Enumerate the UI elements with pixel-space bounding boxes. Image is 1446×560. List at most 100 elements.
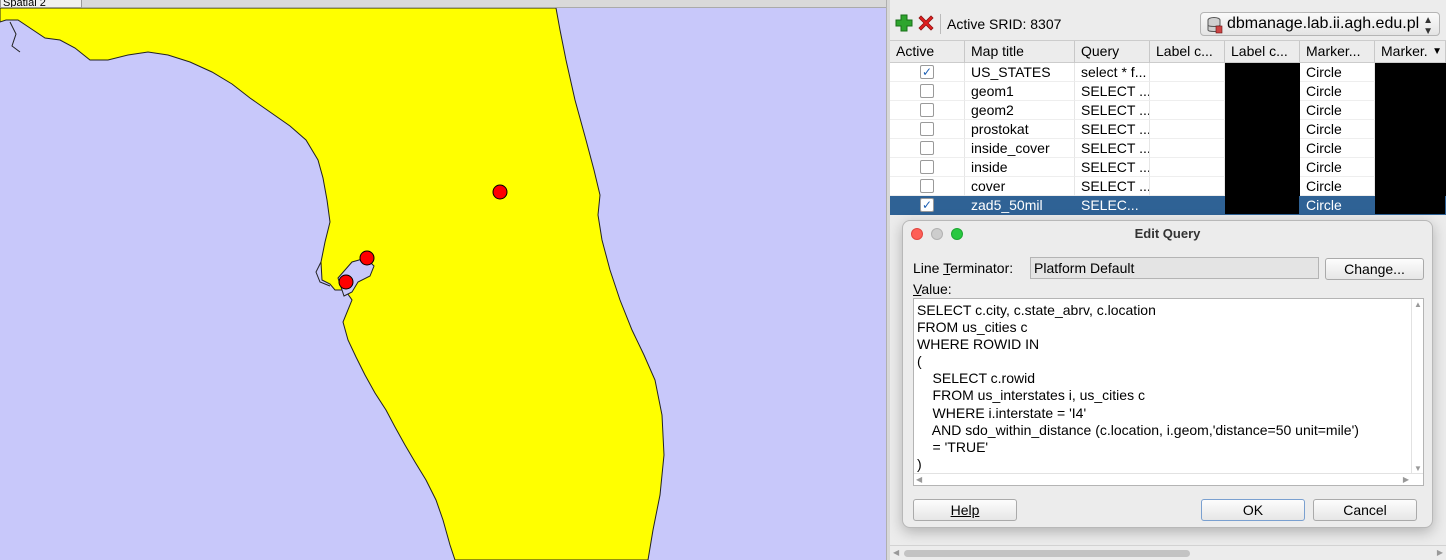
scroll-down-icon[interactable]: ▼ [1414, 464, 1422, 473]
table-row[interactable]: geom2 SELECT ... Circle [890, 101, 1446, 120]
active-cell[interactable] [890, 177, 965, 196]
column-header-query[interactable]: Query [1075, 41, 1150, 63]
marker-cell[interactable]: Circle [1300, 101, 1375, 120]
label-color-swatch[interactable] [1225, 101, 1300, 120]
label-color-cell[interactable] [1150, 139, 1225, 158]
table-row[interactable]: ✓ US_STATES select * f... Circle [890, 63, 1446, 82]
marker-cell[interactable]: Circle [1300, 196, 1375, 215]
label-color-cell[interactable] [1150, 63, 1225, 82]
active-checkbox[interactable] [920, 103, 934, 117]
label-color-swatch[interactable] [1225, 139, 1300, 158]
cancel-button[interactable]: Cancel [1313, 499, 1417, 521]
marker-cell[interactable]: Circle [1300, 177, 1375, 196]
label-color-swatch[interactable] [1225, 120, 1300, 139]
scroll-right-icon[interactable]: ▶ [1437, 548, 1443, 557]
close-icon[interactable] [916, 13, 936, 33]
active-checkbox[interactable]: ✓ [920, 65, 934, 79]
map-canvas[interactable]: Spatial 2 [0, 0, 886, 560]
active-checkbox[interactable] [920, 160, 934, 174]
table-row[interactable]: geom1 SELECT ... Circle [890, 82, 1446, 101]
map-title-cell[interactable]: cover [965, 177, 1075, 196]
dialog-titlebar[interactable]: Edit Query [903, 221, 1432, 246]
label-color-swatch[interactable] [1225, 177, 1300, 196]
active-cell[interactable] [890, 158, 965, 177]
column-header-map-title[interactable]: Map title [965, 41, 1075, 63]
column-header-label-c2[interactable]: Label c... [1225, 41, 1300, 63]
column-header-marker[interactable]: Marker... [1300, 41, 1375, 63]
active-checkbox[interactable]: ✓ [920, 198, 934, 212]
query-cell[interactable]: SELECT ... [1075, 158, 1150, 177]
query-editor[interactable]: SELECT c.city, c.state_abrv, c.location … [913, 298, 1424, 486]
active-checkbox[interactable] [920, 179, 934, 193]
scroll-left-icon[interactable]: ◀ [916, 475, 922, 484]
query-text[interactable]: SELECT c.city, c.state_abrv, c.location … [917, 302, 1407, 472]
label-color-swatch[interactable] [1225, 196, 1300, 215]
marker-color-swatch[interactable] [1375, 177, 1446, 196]
map-svg[interactable] [0, 0, 886, 560]
map-title-cell[interactable]: geom2 [965, 101, 1075, 120]
marker-color-swatch[interactable] [1375, 139, 1446, 158]
active-cell[interactable] [890, 82, 965, 101]
marker-color-swatch[interactable] [1375, 158, 1446, 177]
marker-cell[interactable]: Circle [1300, 82, 1375, 101]
column-header-label-color[interactable]: Label c... [1150, 41, 1225, 63]
query-cell[interactable]: SELECT ... [1075, 139, 1150, 158]
query-cell[interactable]: SELECT ... [1075, 101, 1150, 120]
marker-cell[interactable]: Circle [1300, 63, 1375, 82]
marker-color-swatch[interactable] [1375, 101, 1446, 120]
active-checkbox[interactable] [920, 122, 934, 136]
label-color-swatch[interactable] [1225, 82, 1300, 101]
query-cell[interactable]: SELECT ... [1075, 120, 1150, 139]
scrollbar-thumb[interactable] [904, 550, 1190, 557]
table-row[interactable]: prostokat SELECT ... Circle [890, 120, 1446, 139]
column-header-active[interactable]: Active [890, 41, 965, 63]
active-checkbox[interactable] [920, 84, 934, 98]
query-vertical-scrollbar[interactable]: ▲ ▼ [1411, 299, 1423, 474]
connection-select[interactable]: dbmanage.lab.ii.agh.edu.pl ▲ ▼ [1200, 12, 1440, 37]
change-button[interactable]: Change... [1325, 258, 1424, 280]
label-color-cell[interactable] [1150, 101, 1225, 120]
active-checkbox[interactable] [920, 141, 934, 155]
active-cell[interactable]: ✓ [890, 63, 965, 82]
active-cell[interactable] [890, 139, 965, 158]
label-color-cell[interactable] [1150, 82, 1225, 101]
label-color-swatch[interactable] [1225, 158, 1300, 177]
marker-color-swatch[interactable] [1375, 196, 1446, 215]
column-header-marker-2[interactable]: Marker. ▼ [1375, 41, 1446, 63]
active-cell[interactable] [890, 120, 965, 139]
active-cell[interactable]: ✓ [890, 196, 965, 215]
plus-icon[interactable] [894, 13, 914, 33]
label-color-swatch[interactable] [1225, 63, 1300, 82]
scroll-right-icon[interactable]: ▶ [1403, 475, 1409, 484]
map-title-cell[interactable]: prostokat [965, 120, 1075, 139]
map-title-cell[interactable]: inside_cover [965, 139, 1075, 158]
map-title-cell[interactable]: US_STATES [965, 63, 1075, 82]
marker-color-swatch[interactable] [1375, 63, 1446, 82]
table-row[interactable]: inside_cover SELECT ... Circle [890, 139, 1446, 158]
scroll-left-icon[interactable]: ◀ [893, 548, 899, 557]
query-cell[interactable]: SELECT ... [1075, 177, 1150, 196]
label-color-cell[interactable] [1150, 177, 1225, 196]
marker-color-swatch[interactable] [1375, 82, 1446, 101]
map-title-cell[interactable]: zad5_50mil [965, 196, 1075, 215]
label-color-cell[interactable] [1150, 196, 1225, 215]
table-row[interactable]: inside SELECT ... Circle [890, 158, 1446, 177]
active-cell[interactable] [890, 101, 965, 120]
marker-color-swatch[interactable] [1375, 120, 1446, 139]
marker-cell[interactable]: Circle [1300, 139, 1375, 158]
help-button[interactable]: Help [913, 499, 1017, 521]
query-horizontal-scrollbar[interactable]: ◀ ▶ [914, 473, 1423, 485]
scroll-up-icon[interactable]: ▲ [1414, 300, 1422, 309]
panel-horizontal-scrollbar[interactable]: ◀ ▶ [890, 545, 1446, 560]
ok-button[interactable]: OK [1201, 499, 1305, 521]
query-cell[interactable]: SELEC... [1075, 196, 1150, 215]
label-color-cell[interactable] [1150, 158, 1225, 177]
query-cell[interactable]: select * f... [1075, 63, 1150, 82]
query-cell[interactable]: SELECT ... [1075, 82, 1150, 101]
table-row[interactable]: ✓ zad5_50mil SELEC... Circle [890, 196, 1446, 215]
marker-cell[interactable]: Circle [1300, 120, 1375, 139]
table-row[interactable]: cover SELECT ... Circle [890, 177, 1446, 196]
label-color-cell[interactable] [1150, 120, 1225, 139]
map-title-cell[interactable]: geom1 [965, 82, 1075, 101]
marker-cell[interactable]: Circle [1300, 158, 1375, 177]
